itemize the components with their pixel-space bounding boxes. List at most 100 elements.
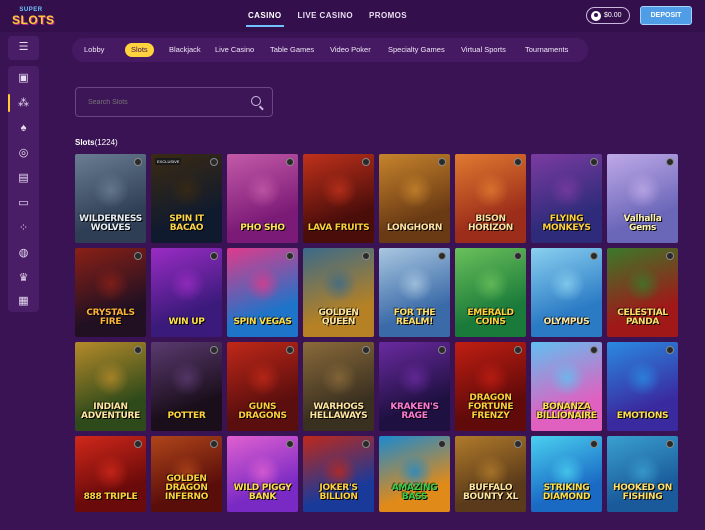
game-tile[interactable]: LONGHORN <box>379 154 450 243</box>
tab-table-games[interactable]: Table Games <box>270 43 314 57</box>
game-art <box>93 172 129 208</box>
game-title: PHO SHO <box>240 223 285 233</box>
game-tile[interactable]: POTTER <box>151 342 222 431</box>
game-tile[interactable]: SPIN VEGAS <box>227 248 298 337</box>
tab-lobby[interactable]: Lobby <box>84 43 104 57</box>
deposit-button[interactable]: DEPOSIT <box>640 6 692 25</box>
game-badge-icon <box>210 440 218 448</box>
basketball-icon[interactable]: ◍ <box>17 247 30 260</box>
game-art <box>245 172 281 208</box>
trophy-icon[interactable]: ♛ <box>17 272 30 285</box>
cherry-icon[interactable]: ⁂ <box>17 97 30 110</box>
game-tile[interactable]: OLYMPUS <box>531 248 602 337</box>
search-icon[interactable] <box>251 96 261 106</box>
game-tile[interactable]: EXCLUSIVE SPIN IT BACAO <box>151 154 222 243</box>
tab-video-poker[interactable]: Video Poker <box>330 43 371 57</box>
cards-icon[interactable]: ▤ <box>17 172 30 185</box>
slots-cards-icon[interactable]: ▣ <box>17 72 30 85</box>
game-tile[interactable]: JOKER'S BILLION <box>303 436 374 512</box>
balance-pill[interactable]: $0.00 <box>586 7 630 24</box>
game-art <box>397 266 433 302</box>
game-tile[interactable]: BISON HORIZON <box>455 154 526 243</box>
game-title: POTTER <box>167 411 206 421</box>
menu-icon[interactable]: ☰ <box>17 41 30 54</box>
game-tile[interactable]: WIN UP <box>151 248 222 337</box>
game-tile[interactable]: EMERALD COINS <box>455 248 526 337</box>
tab-blackjack[interactable]: Blackjack <box>169 43 201 57</box>
game-tile[interactable]: AMAZING BASS <box>379 436 450 512</box>
game-tile[interactable]: WILD PIGGY BANK <box>227 436 298 512</box>
game-art <box>169 266 205 302</box>
game-tile[interactable]: FOR THE REALM! <box>379 248 450 337</box>
game-tile[interactable]: LAVA FRUITS <box>303 154 374 243</box>
game-art <box>321 266 357 302</box>
category-tabs: Lobby Slots Blackjack Live Casino Table … <box>72 38 588 62</box>
game-tile[interactable]: STRIKING DIAMOND <box>531 436 602 512</box>
tab-specialty-games[interactable]: Specialty Games <box>388 43 445 57</box>
game-badge-icon <box>590 158 598 166</box>
gift-icon[interactable]: ▦ <box>17 295 30 308</box>
game-art <box>245 360 281 396</box>
game-title: EMERALD COINS <box>467 308 514 327</box>
search-box[interactable] <box>75 87 273 117</box>
section-title: Slots(1224) <box>75 138 118 147</box>
game-tile[interactable]: GOLDEN DRAGON INFERNO <box>151 436 222 512</box>
dice-icon[interactable]: ⁘ <box>17 222 30 235</box>
tab-live-casino[interactable]: Live Casino <box>215 43 254 57</box>
tab-tournaments[interactable]: Tournaments <box>525 43 568 57</box>
game-art <box>549 360 585 396</box>
game-tile[interactable]: EMOTIONS <box>607 342 678 431</box>
game-title: EMOTIONS <box>616 411 669 421</box>
game-tile[interactable]: GUNS DRAGONS <box>227 342 298 431</box>
game-title: DRAGON FORTUNE FRENZY <box>467 393 514 421</box>
game-tile[interactable]: KRAKEN'S RAGE <box>379 342 450 431</box>
game-art <box>625 360 661 396</box>
nav-live-casino[interactable]: LIVE CASINO <box>290 0 362 28</box>
game-art <box>397 172 433 208</box>
game-badge-icon <box>210 346 218 354</box>
tab-slots[interactable]: Slots <box>125 43 154 57</box>
game-tile[interactable]: WILDERNESS WOLVES <box>75 154 146 243</box>
tab-virtual-sports[interactable]: Virtual Sports <box>461 43 506 57</box>
game-tile[interactable]: PHO SHO <box>227 154 298 243</box>
game-title: INDIAN ADVENTURE <box>81 402 140 421</box>
game-tile[interactable]: BUFFALO BOUNTY XL <box>455 436 526 512</box>
game-tile[interactable]: FLYING MONKEYS <box>531 154 602 243</box>
sidebar-active-indicator <box>8 94 10 112</box>
game-tile[interactable]: DRAGON FORTUNE FRENZY <box>455 342 526 431</box>
game-title: BUFFALO BOUNTY XL <box>462 483 519 502</box>
game-tile[interactable]: BONANZA BILLIONAIRE <box>531 342 602 431</box>
game-tile[interactable]: INDIAN ADVENTURE <box>75 342 146 431</box>
game-tile[interactable]: Valhalla Gems <box>607 154 678 243</box>
spade-icon[interactable]: ♠ <box>17 122 30 135</box>
exclusive-badge: EXCLUSIVE <box>155 158 182 165</box>
site-logo[interactable]: SUPER SLOTS <box>12 5 54 27</box>
game-badge-icon <box>134 440 142 448</box>
search-input[interactable] <box>76 88 272 116</box>
game-art <box>549 266 585 302</box>
game-tile[interactable]: 888 TRIPLE <box>75 436 146 512</box>
laptop-icon[interactable]: ▭ <box>17 197 30 210</box>
game-tile[interactable]: CELESTIAL PANDA <box>607 248 678 337</box>
nav-casino[interactable]: CASINO <box>240 0 290 28</box>
roulette-icon[interactable]: ◎ <box>17 147 30 160</box>
game-badge-icon <box>286 346 294 354</box>
game-tile[interactable]: WARHOGS HELLAWAYS <box>303 342 374 431</box>
game-title: GOLDEN QUEEN <box>318 308 359 327</box>
game-badge-icon <box>514 252 522 260</box>
game-badge-icon <box>134 346 142 354</box>
game-tile[interactable]: HOOKED ON FISHING <box>607 436 678 512</box>
game-tile[interactable]: CRYSTALS FIRE <box>75 248 146 337</box>
game-badge-icon <box>666 252 674 260</box>
game-badge-icon <box>666 158 674 166</box>
game-badge-icon <box>134 252 142 260</box>
game-title: SPIN IT BACAO <box>169 214 204 233</box>
balance-amount: $0.00 <box>604 12 622 19</box>
game-art <box>169 172 205 208</box>
game-title: GUNS DRAGONS <box>238 402 287 421</box>
game-art <box>321 360 357 396</box>
game-tile[interactable]: GOLDEN QUEEN <box>303 248 374 337</box>
game-art <box>473 360 509 396</box>
game-title: CELESTIAL PANDA <box>617 308 668 327</box>
nav-promos[interactable]: PROMOS <box>361 0 415 28</box>
